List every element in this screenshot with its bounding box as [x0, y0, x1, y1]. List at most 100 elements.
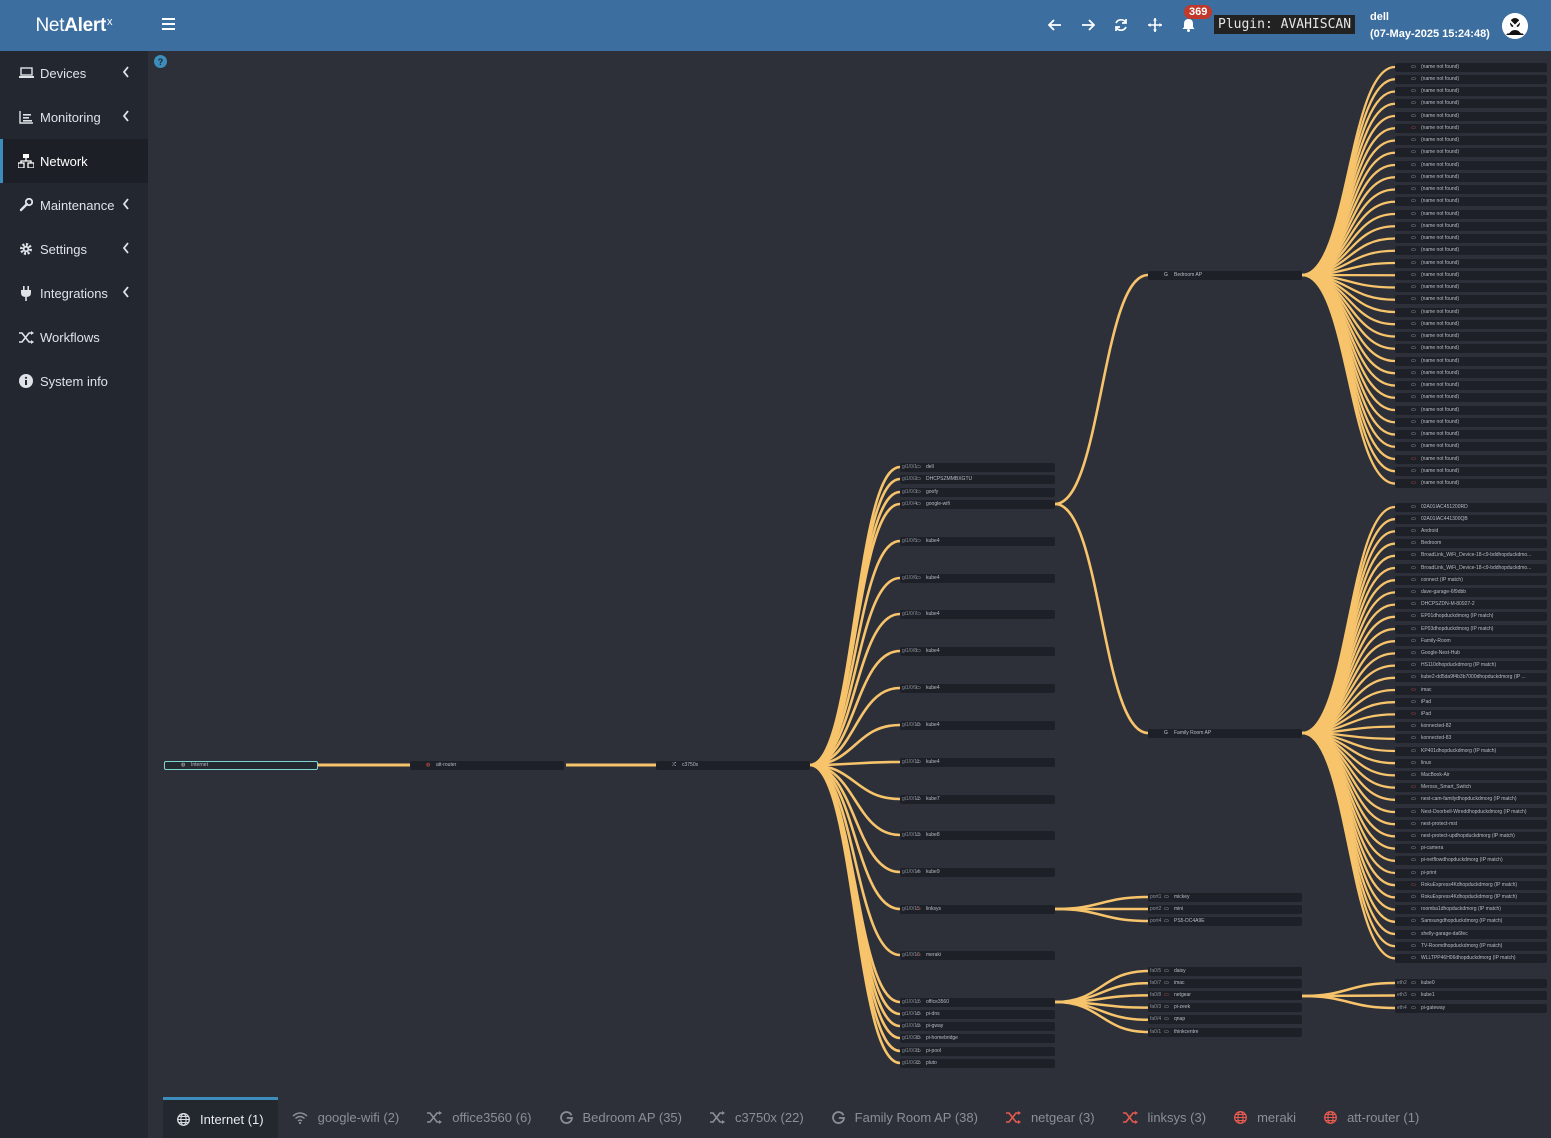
tree-node-device[interactable]: ▭ MacBook-Air: [1395, 770, 1547, 780]
tree-node-device[interactable]: ▭ (name not found): [1395, 172, 1547, 182]
tree-node-c3750x[interactable]: ⤮ c3750x: [656, 760, 810, 770]
tree-node-device[interactable]: ▭ (name not found): [1395, 295, 1547, 305]
tree-node-device[interactable]: gi1/0/20 ▭ pi-homebridge: [900, 1033, 1055, 1043]
tree-node-device[interactable]: gi1/0/10 ▭ kube4: [900, 720, 1055, 730]
tree-node-device[interactable]: port1 ▭ mickey: [1148, 892, 1302, 902]
tree-node-device[interactable]: port2 ▭ mini: [1148, 904, 1302, 914]
tree-node-device[interactable]: ▭ WLLTPP46H06dhopduckdmorg (IP match): [1395, 953, 1547, 963]
tree-node-device[interactable]: ▭ (name not found): [1395, 136, 1547, 145]
tree-node-device[interactable]: ▭ konnected-83: [1395, 734, 1547, 744]
tree-node-device[interactable]: ▭ (name not found): [1395, 442, 1547, 452]
tab-netgear[interactable]: netgear (3): [992, 1097, 1109, 1138]
move-icon[interactable]: [1146, 16, 1164, 34]
tree-node-device[interactable]: gi1/0/3 ▭ goofy: [900, 487, 1055, 497]
tab-c3750x[interactable]: c3750x (22): [696, 1097, 818, 1138]
tree-node-device[interactable]: ▭ Samsungdhopduckdmorg (IP match): [1395, 917, 1547, 927]
brand-logo[interactable]: Net Alert x: [0, 0, 148, 51]
tree-node-device[interactable]: eth4 ▭ pi-gateway: [1395, 1003, 1547, 1013]
sidebar-item-workflows[interactable]: Workflows: [0, 315, 148, 359]
tree-node-device[interactable]: ▭ Meross_Smart_Switch: [1395, 783, 1547, 793]
tab-bedroom[interactable]: Bedroom AP (35): [546, 1097, 696, 1138]
sidebar-item-maintenance[interactable]: Maintenance: [0, 183, 148, 227]
tree-node-device[interactable]: ▭ nest-protect-mst: [1395, 819, 1547, 829]
tree-node-device[interactable]: gi1/0/9 ▭ kube4: [900, 683, 1055, 693]
tree-node-device[interactable]: ▭ (name not found): [1395, 381, 1547, 390]
tree-node-device[interactable]: fa0/8 ▭ netgear: [1148, 990, 1302, 1000]
tree-node-device[interactable]: ▭ Nest-Doorbell-Wireddhopduckdmorg (IP ma…: [1395, 807, 1547, 817]
tree-node-device[interactable]: ▭ roomba1dhopduckdmorg (IP match): [1395, 905, 1547, 915]
tree-node-device[interactable]: ▭ kube2-dd5da9f4b3b7000dhopduckdmorg (IP …: [1395, 673, 1547, 683]
tree-node-device[interactable]: port4 ▭ PS5-DC4A9E: [1148, 916, 1302, 926]
tree-node-device[interactable]: ▭ (name not found): [1395, 356, 1547, 366]
tree-node-device[interactable]: gi1/0/4 ▭ google-wifi: [900, 499, 1055, 509]
tree-node-device[interactable]: ▭ (name not found): [1395, 148, 1547, 158]
tab-att-router[interactable]: att-router (1): [1310, 1097, 1433, 1138]
sidebar-item-settings[interactable]: Settings: [0, 227, 148, 271]
tree-node-device[interactable]: ▭ (name not found): [1395, 454, 1547, 464]
tree-node-device[interactable]: ▭ (name not found): [1395, 393, 1547, 403]
tree-node-device[interactable]: ▭ iPad: [1395, 697, 1547, 707]
back-arrow-icon[interactable]: [1046, 16, 1064, 34]
tree-node-device[interactable]: gi1/0/2 ▭ DHCPSZMMBXGTU: [900, 474, 1055, 484]
tree-node-device[interactable]: ▭ (name not found): [1395, 221, 1547, 231]
tree-node-device[interactable]: ▭ Android: [1395, 526, 1547, 536]
user-info[interactable]: dell (07-May-2025 15:24:48): [1370, 9, 1490, 43]
tree-node-device[interactable]: ▭ (name not found): [1395, 479, 1547, 488]
tree-node-device[interactable]: ▭ (name not found): [1395, 466, 1547, 476]
tree-node-device[interactable]: gi1/0/12 ▭ kube7: [900, 794, 1055, 804]
tree-node-device[interactable]: ▭ dave-garage-6f9dbb: [1395, 587, 1547, 597]
tree-node-device[interactable]: ▭ linux: [1395, 758, 1547, 768]
tree-node-device[interactable]: gi1/0/1 ▭ dell: [900, 462, 1055, 472]
tree-node-device[interactable]: eth3 ▭ kube1: [1395, 991, 1547, 1000]
tree-node-device[interactable]: ▭ Bedroom: [1395, 539, 1547, 549]
sidebar-item-monitoring[interactable]: Monitoring: [0, 95, 148, 139]
tree-node-device[interactable]: ▭ BroadLink_WiFi_Device-18-c9-bddhopduckd…: [1395, 563, 1547, 573]
forward-arrow-icon[interactable]: [1079, 16, 1097, 34]
tree-node-device[interactable]: ▭ nest-cam-familydhopduckdmorg (IP match): [1395, 795, 1547, 805]
tree-node-device[interactable]: ▭ (name not found): [1395, 417, 1547, 427]
tree-node-device[interactable]: ▭ (name not found): [1395, 368, 1547, 378]
tree-node-device[interactable]: ▭ (name not found): [1395, 197, 1547, 207]
tree-node-device[interactable]: eth2 ▭ kube0: [1395, 978, 1547, 988]
tree-node-device[interactable]: gi1/0/6 ▭ kube4: [900, 573, 1055, 583]
tab-linksys[interactable]: linksys (3): [1109, 1097, 1221, 1138]
tab-meraki[interactable]: meraki: [1220, 1097, 1310, 1138]
tree-node-device[interactable]: ▭ imac: [1395, 685, 1547, 695]
tree-node-device[interactable]: ▭ (name not found): [1395, 111, 1547, 121]
tree-node-device[interactable]: fa0/4 ▭ qnap: [1148, 1015, 1302, 1025]
tree-node-device[interactable]: gi1/0/22 ▭ pluto: [900, 1058, 1055, 1068]
tree-node-device[interactable]: gi1/0/16 ▭ meraki: [900, 950, 1055, 960]
tree-node-internet[interactable]: ◍ Internet: [164, 760, 318, 770]
tree-node-device[interactable]: gi1/0/15 ▭ linksys: [900, 904, 1055, 914]
tree-node-device[interactable]: ▭ (name not found): [1395, 283, 1547, 292]
tree-node-device[interactable]: ▭ (name not found): [1395, 319, 1547, 329]
tab-family[interactable]: Family Room AP (38): [818, 1097, 992, 1138]
tree-node-device[interactable]: ▭ BroadLink_WiFi_Device-18-c9-bddhopduckd…: [1395, 551, 1547, 561]
tree-node-ap[interactable]: G Bedroom AP: [1148, 270, 1302, 280]
tab-google-wifi[interactable]: google-wifi (2): [278, 1097, 414, 1138]
tree-node-device[interactable]: ▭ EP03dhopduckdmorg (IP match): [1395, 624, 1547, 634]
tree-node-device[interactable]: gi1/0/18 ▭ pi-dns: [900, 1009, 1055, 1019]
tree-node-device[interactable]: ▭ connect (IP match): [1395, 575, 1547, 585]
tree-node-device[interactable]: ▭ (name not found): [1395, 99, 1547, 109]
tree-node-device[interactable]: gi1/0/8 ▭ kube4: [900, 646, 1055, 656]
tree-node-device[interactable]: ▭ (name not found): [1395, 234, 1547, 243]
tree-node-device[interactable]: gi1/0/21 ▭ pi-pool: [900, 1046, 1055, 1056]
tree-node-device[interactable]: ▭ (name not found): [1395, 160, 1547, 170]
tree-node-device[interactable]: ▭ HS110dhopduckdmorg (IP match): [1395, 661, 1547, 671]
tree-node-device[interactable]: gi1/0/17 ▭ office3560: [900, 997, 1055, 1007]
sidebar-item-network[interactable]: Network: [0, 139, 148, 183]
tree-node-device[interactable]: ▭ (name not found): [1395, 258, 1547, 268]
tree-node-device[interactable]: ▭ (name not found): [1395, 332, 1547, 341]
tree-node-device[interactable]: fa0/7 ▭ imac: [1148, 978, 1302, 988]
tab-office3560[interactable]: office3560 (6): [413, 1097, 545, 1138]
tree-node-device[interactable]: ▭ shelly-garage-da6fec: [1395, 929, 1547, 939]
tree-node-device[interactable]: ▭ pi-print: [1395, 868, 1547, 878]
sidebar-item-integrations[interactable]: Integrations: [0, 271, 148, 315]
tree-node-device[interactable]: ▭ Family-Room: [1395, 636, 1547, 646]
tree-node-device[interactable]: ▭ iPad: [1395, 709, 1547, 719]
tree-node-device[interactable]: ▭ KP401dhopduckdmorg (IP match): [1395, 746, 1547, 756]
tree-node-device[interactable]: ▭ (name not found): [1395, 307, 1547, 317]
tree-node-device[interactable]: ▭ (name not found): [1395, 123, 1547, 133]
tree-node-device[interactable]: ▭ (name not found): [1395, 270, 1547, 280]
